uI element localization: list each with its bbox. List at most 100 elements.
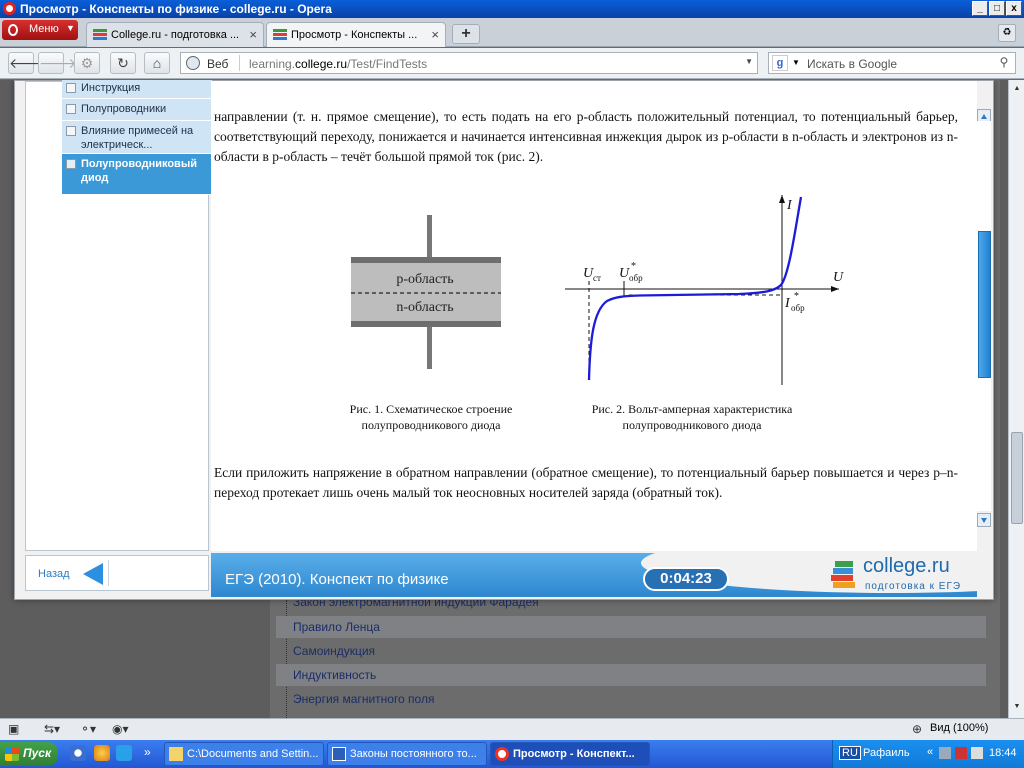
url-text: learning.college.ru/Test/FindTests xyxy=(249,57,427,71)
diode-structure-figure: p-область n-область xyxy=(351,215,501,369)
taskbar-button-opera[interactable]: Просмотр - Конспект... xyxy=(490,742,650,766)
list-item[interactable]: Самоиндукция xyxy=(276,640,986,662)
sidebar-item-instruction[interactable]: Инструкция xyxy=(62,80,212,99)
media-player-icon[interactable] xyxy=(70,745,86,761)
chevron-down-icon[interactable]: ▼ xyxy=(792,58,800,67)
footer-title: ЕГЭ (2010). Конспект по физике xyxy=(225,571,449,588)
sidebar-item-diode[interactable]: Полупроводниковый диод xyxy=(62,154,212,195)
logo-tagline: подготовка к ЕГЭ xyxy=(865,581,962,592)
content-scroll-thumb[interactable] xyxy=(978,231,991,378)
n-region-label: n-область xyxy=(396,300,453,315)
opera-icon xyxy=(8,24,18,36)
figure2-caption: Рис. 2. Вольт-амперная характеристика по… xyxy=(567,401,817,433)
volume-icon[interactable] xyxy=(971,747,983,759)
window-title: Просмотр - Конспекты по физике - college… xyxy=(20,2,332,16)
diode-lead-top xyxy=(427,215,432,259)
home-icon[interactable]: ⌂ xyxy=(144,52,170,74)
figure1-caption-line2: полупроводникового диода xyxy=(361,418,501,432)
maximize-button[interactable]: □ xyxy=(989,1,1005,16)
tab-prosmotr[interactable]: Просмотр - Конспекты ... × xyxy=(266,22,446,47)
u-obr-subscript: обр xyxy=(629,273,643,283)
chevron-down-icon: ▼ xyxy=(66,23,75,33)
browser-scrollbar[interactable]: ▲ ▼ xyxy=(1008,80,1024,718)
key-icon[interactable]: ⚙ xyxy=(74,52,100,74)
back-arrow-icon[interactable] xyxy=(83,563,103,585)
trash-icon[interactable]: ♻ xyxy=(998,24,1016,42)
browser-scroll-thumb[interactable] xyxy=(1011,432,1023,524)
search-icon[interactable]: ⚲ xyxy=(996,55,1012,71)
sidebar-item-impurities[interactable]: Влияние примесей на электрическ... xyxy=(62,121,212,154)
i-axis-arrow xyxy=(779,195,785,203)
search-field[interactable]: g ▼ Искать в Google ⚲ xyxy=(768,52,1016,74)
reload-icon[interactable]: ↻ xyxy=(110,52,136,74)
minimize-button[interactable]: _ xyxy=(972,1,988,16)
back-label[interactable]: Назад xyxy=(38,568,70,580)
panel-toggle-icon[interactable]: ▣ xyxy=(8,722,19,736)
list-item[interactable]: Энергия магнитного поля xyxy=(276,688,986,710)
tray-expand[interactable]: « xyxy=(927,746,933,758)
diode-lead-bottom xyxy=(427,325,432,369)
i-obr-superscript: * xyxy=(794,291,799,302)
figure1-caption-line1: Рис. 1. Схематическое строение xyxy=(349,402,513,416)
folder-icon xyxy=(169,747,183,761)
user-name: Рафаиль xyxy=(863,747,910,759)
sync-icon[interactable]: ⇆▾ xyxy=(44,722,60,736)
firefox-icon[interactable] xyxy=(94,745,110,761)
diode-contact-bottom xyxy=(351,321,501,327)
figure2-caption-line1: Рис. 2. Вольт-амперная характеристика xyxy=(591,402,793,416)
checkbox-icon xyxy=(66,159,76,169)
share-icon[interactable]: ⚬▾ xyxy=(80,722,96,736)
u-axis-label: U xyxy=(833,270,844,285)
sidebar-item-semiconductors[interactable]: Полупроводники xyxy=(62,99,212,121)
taskbar-button-label: Законы постоянного то... xyxy=(350,748,477,760)
scroll-down-arrow-icon[interactable]: ▼ xyxy=(1010,700,1024,714)
list-item[interactable]: Правило Ленца xyxy=(276,616,986,638)
zoom-level[interactable]: Вид (100%) xyxy=(930,722,988,734)
i-obr-label: I xyxy=(784,296,791,311)
chevron-down-icon[interactable]: ▼ xyxy=(745,57,753,66)
address-separator xyxy=(239,55,240,71)
quicklaunch-more[interactable]: » xyxy=(144,745,151,759)
opera-menu-button[interactable]: Меню ▼ xyxy=(2,20,78,40)
url-prefix: learning. xyxy=(249,57,296,71)
zoom-icon[interactable]: ⊕ xyxy=(912,722,922,736)
ie-icon[interactable] xyxy=(116,745,132,761)
language-indicator[interactable]: RU xyxy=(839,746,861,760)
url-path: /Test/FindTests xyxy=(347,57,428,71)
sidebar-item-label: Полупроводниковый диод xyxy=(81,158,197,184)
sidebar-item-label: Инструкция xyxy=(81,82,141,94)
logo-name: college.ru xyxy=(863,555,950,577)
tab-label: Просмотр - Конспекты ... xyxy=(291,29,418,41)
college-favicon-icon xyxy=(273,29,287,40)
google-icon[interactable]: g xyxy=(772,55,788,71)
sidebar-item-label: Влияние примесей на электрическ... xyxy=(81,125,194,151)
unite-icon[interactable]: ◉▾ xyxy=(112,722,129,736)
close-tab-icon[interactable]: × xyxy=(431,27,439,42)
close-window-button[interactable]: x xyxy=(1006,1,1022,16)
content-scroll-down-button[interactable] xyxy=(977,513,991,527)
scroll-up-arrow-icon[interactable]: ▲ xyxy=(1010,82,1024,96)
i-obr-subscript: обр xyxy=(791,303,805,313)
new-tab-button[interactable]: + xyxy=(452,24,480,44)
back-arrow-icon[interactable]: 🡐 xyxy=(8,52,47,74)
network-icon[interactable] xyxy=(939,747,951,759)
start-button[interactable]: Пуск xyxy=(0,742,58,766)
address-field[interactable]: Веб learning.college.ru/Test/FindTests ▼ xyxy=(180,52,758,74)
books-logo-icon xyxy=(831,561,855,588)
iv-characteristic-figure: I U U ст U * обр I * обр xyxy=(565,195,844,385)
url-domain: college.ru xyxy=(295,57,348,71)
tab-college[interactable]: College.ru - подготовка ... × xyxy=(86,22,264,47)
close-tab-icon[interactable]: × xyxy=(249,27,257,42)
menu-label: Меню xyxy=(29,23,59,35)
taskbar-button-word[interactable]: Законы постоянного то... xyxy=(327,742,487,766)
forward-arrow-icon[interactable]: 🡒 xyxy=(38,52,77,74)
taskbar-button-explorer[interactable]: C:\Documents and Settin... xyxy=(164,742,324,766)
windows-flag-icon xyxy=(5,747,19,761)
antivirus-icon[interactable] xyxy=(955,747,967,759)
sidebar-item-label: Полупроводники xyxy=(81,103,167,115)
list-item[interactable]: Индуктивность xyxy=(276,664,986,686)
tab-strip: Меню ▼ College.ru - подготовка ... × Про… xyxy=(0,18,1024,47)
college-favicon-icon xyxy=(93,29,107,40)
paragraph-forward-bias: направлении (т. н. прямое смещение), то … xyxy=(214,109,958,164)
checkbox-icon xyxy=(66,104,76,114)
